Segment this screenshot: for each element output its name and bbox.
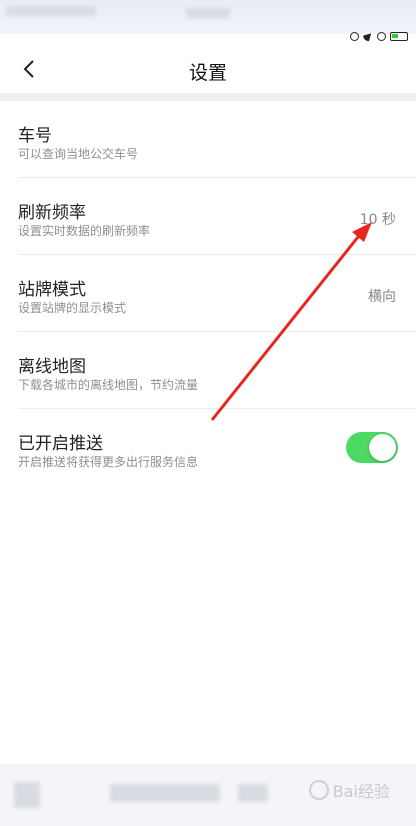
setting-push-notifications: 已开启推送 开启推送将获得更多出行服务信息	[18, 409, 416, 485]
nav-header: 设置	[0, 44, 416, 94]
setting-subtitle: 设置实时数据的刷新频率	[18, 224, 151, 238]
setting-refresh-rate[interactable]: 刷新频率 设置实时数据的刷新频率 10 秒	[18, 178, 416, 255]
location-icon	[350, 31, 359, 41]
navigation-arrow-icon	[361, 29, 375, 43]
settings-list: 车号 可以查询当地公交车号 刷新频率 设置实时数据的刷新频率 10 秒 站牌模式…	[0, 101, 416, 485]
alarm-icon	[377, 31, 386, 41]
watermark-text: Bai经验	[332, 782, 390, 801]
setting-subtitle: 开启推送将获得更多出行服务信息	[18, 455, 199, 469]
setting-subtitle: 下载各城市的离线地图，节约流量	[18, 378, 199, 392]
push-toggle[interactable]	[346, 432, 398, 463]
paw-icon	[308, 780, 329, 800]
battery-icon	[390, 31, 408, 41]
setting-title: 离线地图	[18, 357, 86, 377]
setting-bus-number[interactable]: 车号 可以查询当地公交车号	[18, 101, 416, 178]
setting-title: 车号	[18, 126, 52, 146]
section-divider	[0, 93, 416, 101]
blurred-block	[14, 782, 40, 808]
setting-title: 已开启推送	[18, 434, 103, 454]
setting-offline-map[interactable]: 离线地图 下载各城市的离线地图，节约流量	[18, 332, 416, 409]
blurred-text	[186, 8, 230, 18]
setting-title: 刷新频率	[18, 203, 86, 223]
toggle-knob	[369, 434, 396, 461]
page-title: 设置	[188, 62, 227, 84]
setting-stop-sign-mode[interactable]: 站牌模式 设置站牌的显示模式 横向	[18, 255, 416, 332]
watermark: Bai经验	[308, 778, 390, 802]
setting-subtitle: 可以查询当地公交车号	[18, 147, 139, 161]
setting-value: 10 秒	[359, 212, 396, 228]
setting-subtitle: 设置站牌的显示模式	[18, 301, 127, 315]
setting-title: 站牌模式	[18, 280, 86, 300]
setting-value: 横向	[368, 289, 396, 305]
blurred-block	[110, 784, 220, 802]
blurred-text	[6, 6, 96, 16]
blurred-block	[238, 784, 268, 802]
status-icons	[350, 28, 408, 44]
